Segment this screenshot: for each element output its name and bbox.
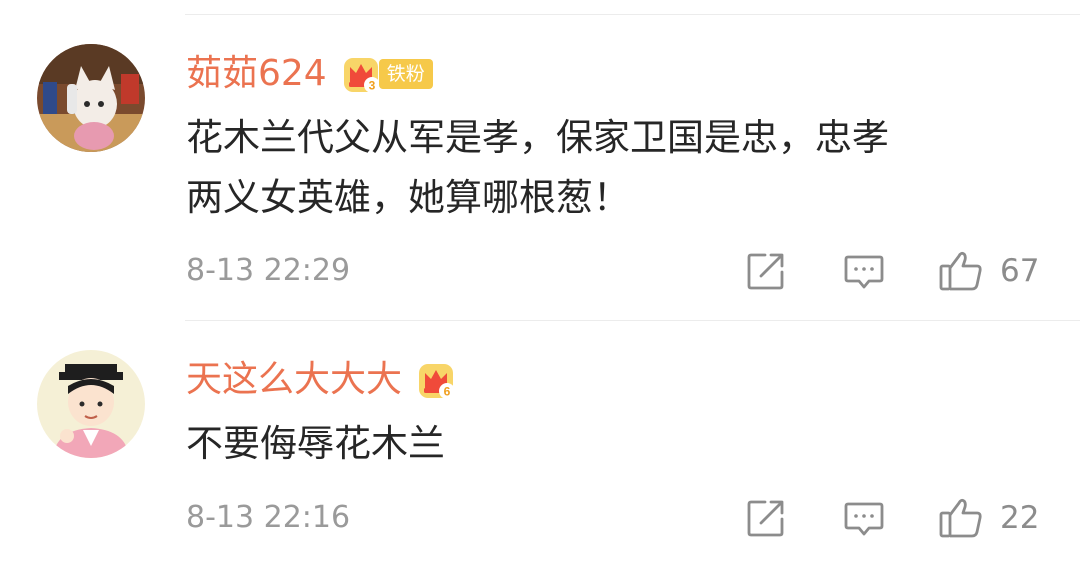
share-button[interactable] <box>745 496 787 540</box>
comment-meta: 8-13 22:16 22 <box>0 494 1080 542</box>
username[interactable]: 天这么大大大 <box>186 356 402 404</box>
avatar[interactable] <box>37 350 145 458</box>
comment-item: 天这么大大大 6 不要侮辱花木兰 8-13 22:16 22 <box>0 0 1080 564</box>
comment-icon <box>844 502 884 536</box>
vip-badge[interactable]: 6 <box>416 360 458 400</box>
like-icon <box>939 498 982 538</box>
comment-button[interactable] <box>843 496 885 540</box>
share-icon <box>747 500 784 537</box>
crown-icon: 6 <box>419 364 456 399</box>
username-row: 天这么大大大 6 <box>186 356 458 404</box>
vip-level-digit: 6 <box>444 385 451 399</box>
comment-text: 不要侮辱花木兰 <box>186 422 445 465</box>
like-button[interactable]: 22 <box>938 496 1039 540</box>
like-count: 22 <box>1000 500 1040 536</box>
timestamp: 8-13 22:16 <box>186 500 351 535</box>
